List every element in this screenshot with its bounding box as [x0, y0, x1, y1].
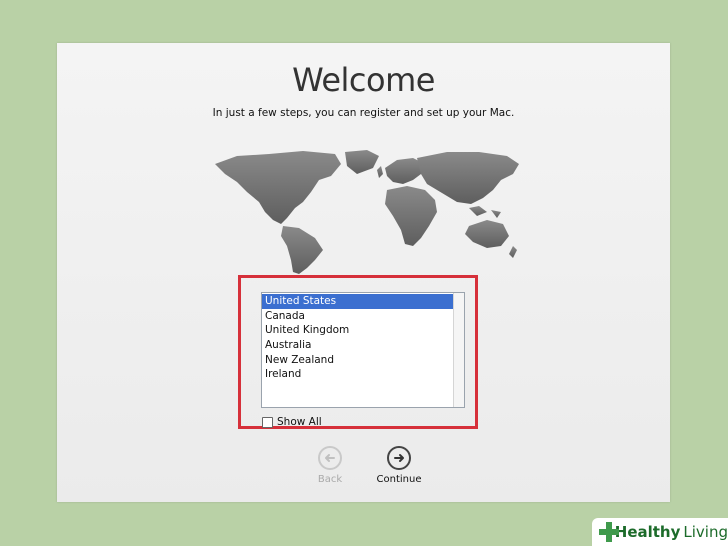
- checkbox-box[interactable]: [262, 416, 273, 428]
- list-item[interactable]: Ireland: [262, 367, 454, 382]
- continue-label: Continue: [376, 474, 422, 485]
- list-scrollbar[interactable]: [453, 293, 464, 407]
- list-item[interactable]: Australia: [262, 338, 454, 353]
- show-all-label: Show All: [277, 416, 322, 428]
- plus-cross-icon: [598, 521, 619, 543]
- watermark-logo: Healthy Living: [592, 518, 728, 546]
- list-item[interactable]: United Kingdom: [262, 323, 454, 338]
- page-subtitle: In just a few steps, you can register an…: [212, 107, 515, 119]
- back-arrow-icon: [318, 446, 342, 470]
- list-item[interactable]: New Zealand: [262, 353, 454, 368]
- back-button[interactable]: Back: [300, 446, 360, 485]
- list-item[interactable]: Canada: [262, 309, 454, 324]
- brand-name-bold: Healthy: [614, 523, 681, 541]
- show-all-checkbox[interactable]: Show All: [262, 415, 322, 429]
- world-map-image: [215, 150, 519, 274]
- back-label: Back: [317, 474, 343, 485]
- continue-button[interactable]: Continue: [369, 446, 429, 485]
- brand-name-light: Living: [683, 523, 728, 541]
- forward-arrow-icon: [387, 446, 411, 470]
- page-title: Welcome: [292, 61, 435, 99]
- country-list[interactable]: United States Canada United Kingdom Austral…: [261, 292, 465, 408]
- list-item[interactable]: United States: [262, 294, 454, 309]
- setup-assistant-window: Welcome In just a few steps, you can reg…: [57, 43, 670, 502]
